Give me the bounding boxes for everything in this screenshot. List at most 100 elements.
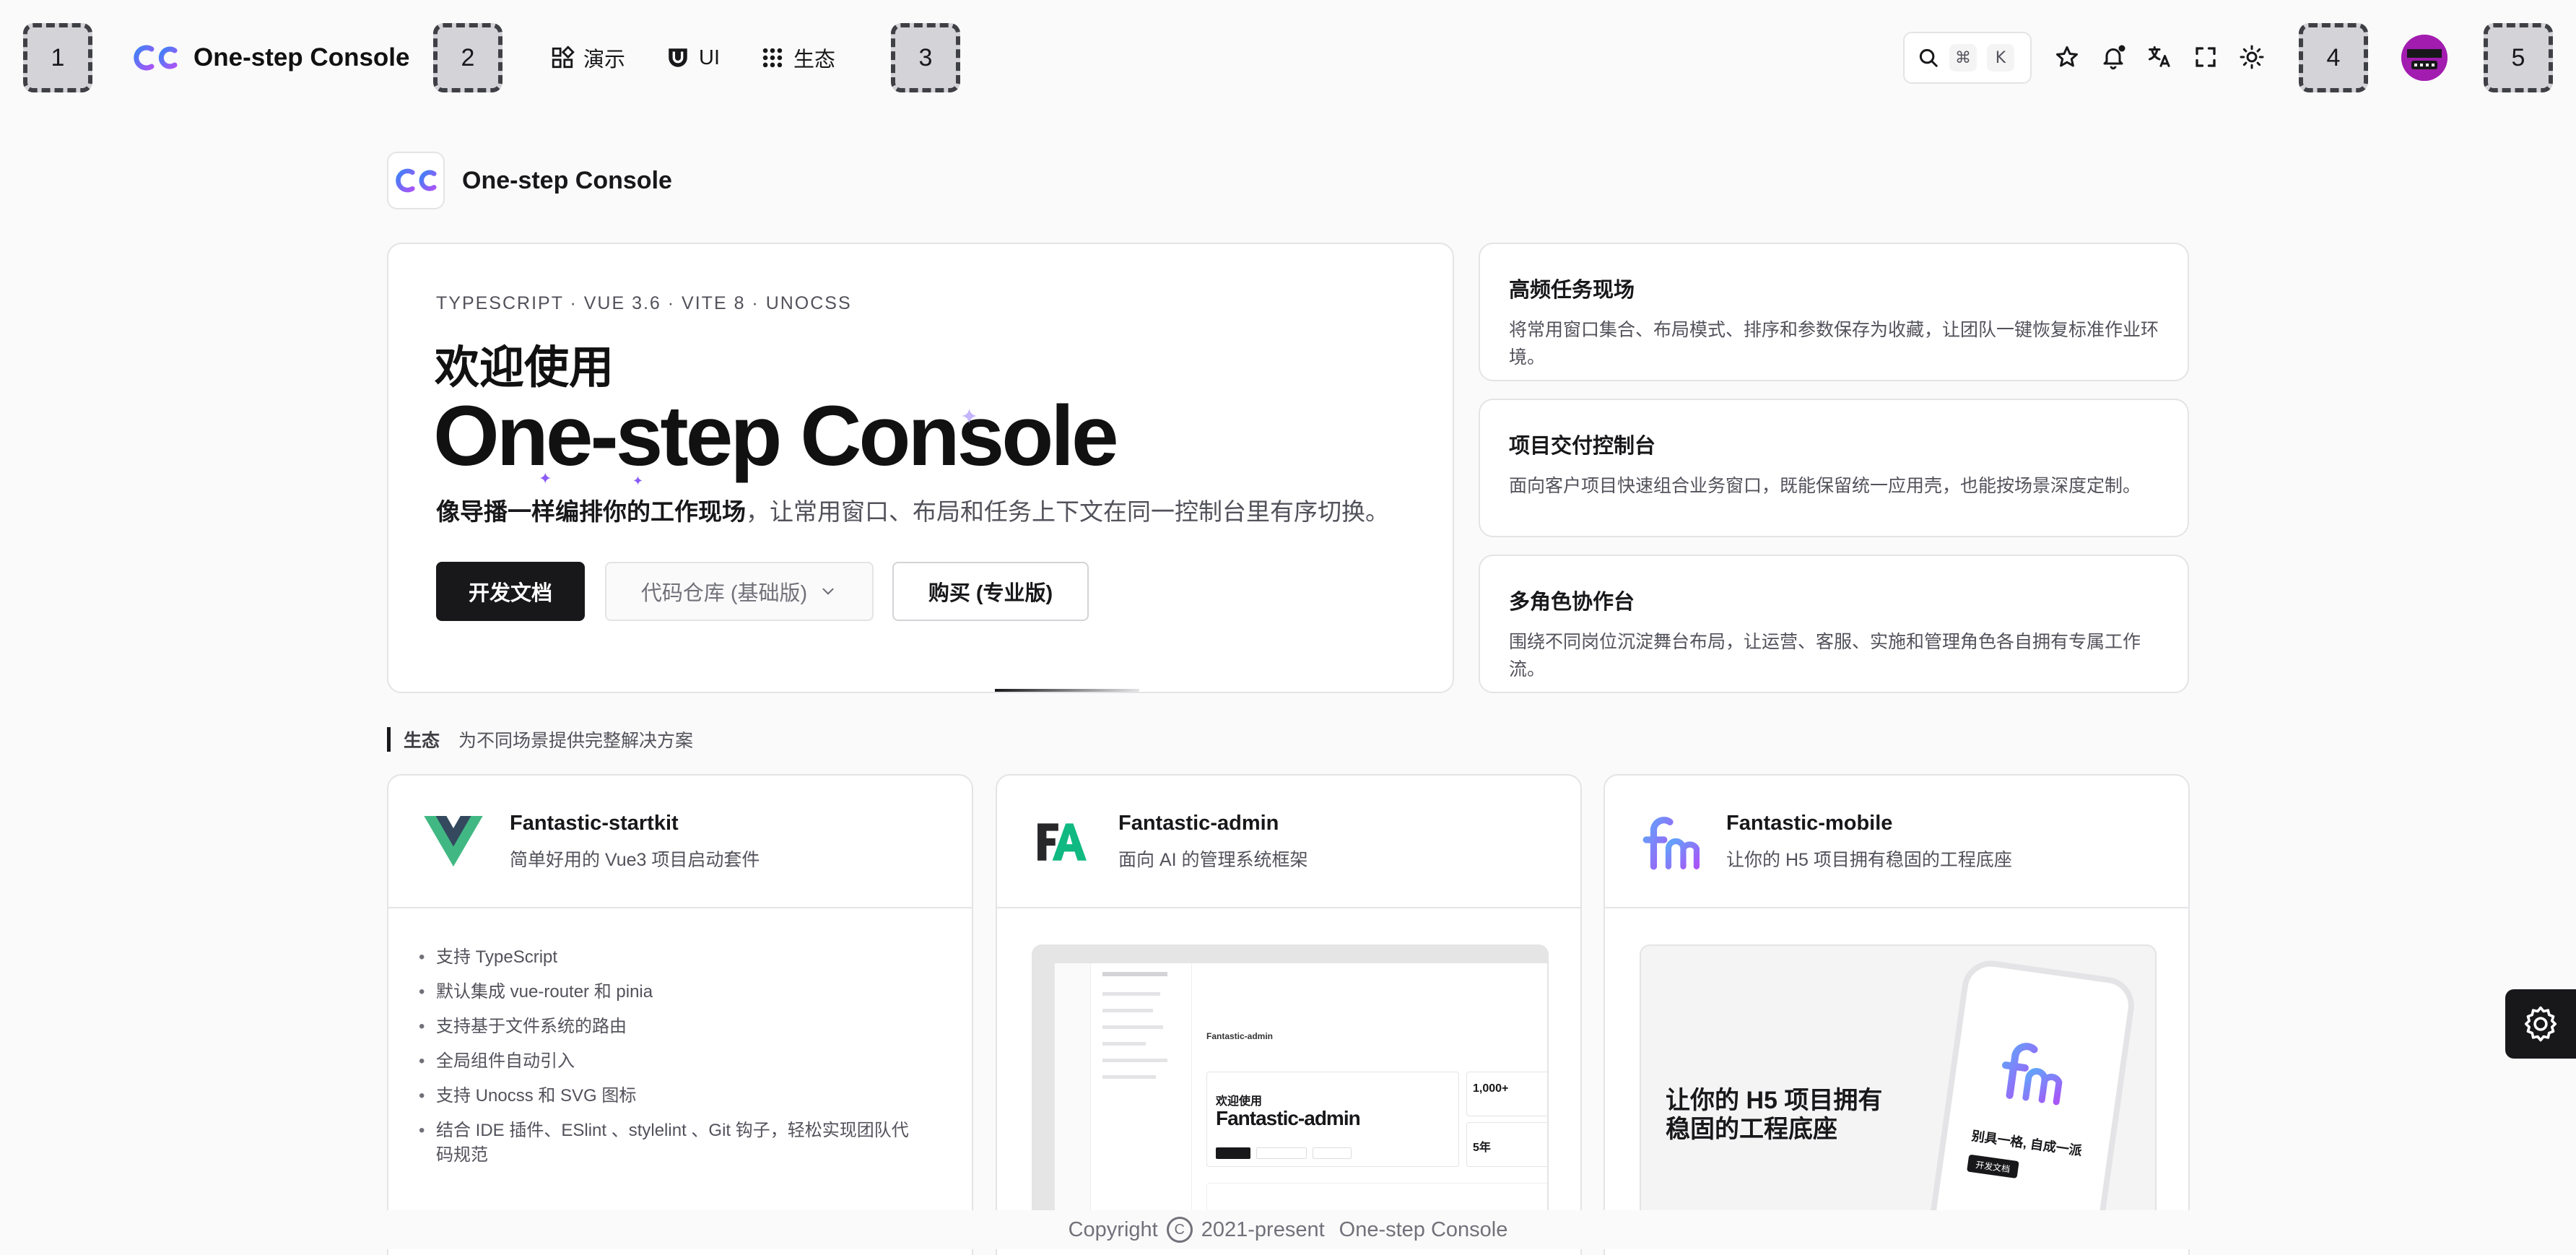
- console-logo-icon: [134, 45, 178, 71]
- hero-card: TYPESCRIPT · VUE 3.6 · VITE 8 · UNOCSS 欢…: [387, 243, 1454, 693]
- nav-item-demo[interactable]: 演示: [550, 43, 625, 73]
- preview-row: [1206, 1183, 1547, 1212]
- star-icon: [2056, 46, 2078, 67]
- preview-stat-card: 1,000+: [1466, 1072, 1547, 1116]
- search-button[interactable]: ⌘ K: [1903, 32, 2032, 84]
- feature-card[interactable]: 多角色协作台 围绕不同岗位沉淀舞台布局，让运营、客服、实施和管理角色各自拥有专属…: [1479, 555, 2189, 693]
- repo-button-label: 代码仓库 (基础版): [640, 582, 808, 605]
- placeholder-slot-2: 2: [433, 23, 502, 92]
- mobile-preview-screenshot: 让你的 H5 项目拥有 稳固的工程底座 别具一格, 自成一派 开发文档: [1640, 944, 2157, 1248]
- repo-dropdown-button[interactable]: 代码仓库 (基础版): [605, 562, 874, 621]
- list-item: 支持基于文件系统的路由: [419, 1009, 924, 1044]
- slot-label: 2: [461, 43, 475, 71]
- favorites-button[interactable]: [2053, 43, 2081, 71]
- feature-card[interactable]: 高频任务现场 将常用窗口集合、布局模式、排序和参数保存为收藏，让团队一键恢复标准…: [1479, 243, 2189, 381]
- placeholder-slot-4: 4: [2299, 23, 2368, 92]
- phone-mockup: 别具一格, 自成一派 开发文档: [1923, 957, 2138, 1246]
- gear-icon: [2524, 1006, 2557, 1042]
- carousel-progress-bar: [995, 689, 1139, 692]
- bell-icon: [2103, 45, 2125, 70]
- language-button[interactable]: [2146, 43, 2173, 71]
- main-nav: 演示 UI 生态: [550, 38, 835, 78]
- feature-title: 多角色协作台: [1509, 591, 1635, 614]
- theme-toggle-button[interactable]: [2238, 43, 2266, 71]
- copyright-name[interactable]: One-step Console: [1339, 1218, 1508, 1242]
- preview-sidebar: [1091, 963, 1192, 1246]
- fa-logo-icon: [1032, 811, 1092, 872]
- hero-welcome: 欢迎使用: [435, 343, 614, 393]
- preview-hero: 欢迎使用 Fantastic-admin: [1206, 1072, 1459, 1167]
- list-item: 支持 TypeScript: [419, 940, 924, 975]
- top-header: 1 One-step Console 2 演示 UI 生态 3 ⌘ K 4 5: [0, 0, 2576, 116]
- preview-headline-line: 让你的 H5 项目拥有: [1666, 1087, 1883, 1114]
- hero-description: 像导播一样编排你的工作现场，让常用窗口、布局和任务上下文在同一控制台里有序切换。: [436, 492, 1389, 527]
- nav-item-ecosystem[interactable]: 生态: [760, 43, 835, 73]
- placeholder-slot-5: 5: [2484, 23, 2553, 92]
- nav-label: 生态: [793, 48, 836, 71]
- fm-logo-icon: [1640, 811, 1700, 872]
- preview-brand: Fantastic-admin: [1206, 1031, 1274, 1041]
- preview-title: Fantastic-admin: [1216, 1107, 1361, 1129]
- copyright-label: Copyright: [1068, 1217, 1158, 1241]
- page-footer: Copyright C 2021-present One-step Consol…: [0, 1210, 2576, 1249]
- phone-logo-icon: [1994, 1034, 2068, 1111]
- hero-desc-bold: 像导播一样编排你的工作现场: [436, 498, 746, 525]
- ecosystem-section-heading: 生态 为不同场景提供完整解决方案: [387, 726, 693, 752]
- page-logo: [387, 152, 445, 209]
- feature-desc: 围绕不同岗位沉淀舞台布局，让运营、客服、实施和管理角色各自拥有专属工作流。: [1509, 632, 2141, 679]
- slot-label: 4: [2326, 43, 2341, 71]
- translate-icon: [2149, 46, 2170, 68]
- page-brand-title: One-step Console: [462, 166, 672, 194]
- fullscreen-icon: [2196, 47, 2216, 67]
- slot-label: 5: [2511, 43, 2525, 71]
- eco-name: Fantastic-admin: [1118, 811, 1279, 835]
- list-item: 全局组件自动引入: [419, 1044, 924, 1079]
- nav-label: UI: [699, 45, 721, 69]
- feature-title: 项目交付控制台: [1509, 435, 1656, 458]
- sun-icon: [2240, 45, 2264, 69]
- notifications-button[interactable]: [2099, 43, 2127, 71]
- fullscreen-button[interactable]: [2192, 43, 2219, 71]
- shortcut-key-cmd: ⌘: [1949, 44, 1977, 71]
- hero-desc-rest: ，让常用窗口、布局和任务上下文在同一控制台里有序切换。: [746, 498, 1389, 525]
- ui-shield-icon: [669, 48, 687, 67]
- nav-label: 演示: [583, 48, 626, 71]
- ecosystem-card-admin[interactable]: Fantastic-admin 面向 AI 的管理系统框架 Fantastic-…: [996, 774, 1582, 1255]
- preview-headline-line: 稳固的工程底座: [1666, 1116, 1837, 1143]
- eco-sub: 简单好用的 Vue3 项目启动套件: [510, 849, 760, 870]
- section-title: 生态: [404, 731, 440, 751]
- admin-preview-screenshot: Fantastic-admin 欢迎使用 Fantastic-admin 1,0…: [1032, 944, 1549, 1248]
- copyright-year: 2021-present: [1201, 1217, 1325, 1241]
- grid-icon: [552, 45, 575, 69]
- buy-button-label: 购买 (专业版): [928, 582, 1053, 605]
- header-brand[interactable]: One-step Console: [133, 38, 409, 78]
- app-settings-button[interactable]: [2505, 989, 2576, 1059]
- feature-list: 支持 TypeScript 默认集成 vue-router 和 pinia 支持…: [388, 908, 972, 1199]
- chevron-down-icon: [822, 588, 834, 595]
- shortcut-key-k: K: [1987, 44, 2014, 71]
- preview-window: Fantastic-admin 欢迎使用 Fantastic-admin 1,0…: [1055, 963, 1547, 1246]
- hero-title: One-step Console: [433, 388, 1119, 484]
- section-bar: [387, 727, 391, 752]
- nav-item-ui[interactable]: UI: [666, 45, 720, 70]
- buy-pro-button[interactable]: 购买 (专业版): [892, 562, 1089, 621]
- ecosystem-card-startkit[interactable]: Fantastic-startkit 简单好用的 Vue3 项目启动套件 支持 …: [387, 774, 973, 1255]
- eco-sub: 面向 AI 的管理系统框架: [1118, 849, 1308, 870]
- user-avatar[interactable]: [2401, 35, 2447, 81]
- eco-card-header: Fantastic-admin 面向 AI 的管理系统框架: [997, 776, 1580, 908]
- console-logo-icon: [396, 168, 437, 193]
- list-item: 结合 IDE 插件、ESlint 、stylelint 、Git 钩子，轻松实现…: [419, 1113, 924, 1168]
- vue-logo-icon: [423, 811, 484, 872]
- tech-stack-tag: TYPESCRIPT · VUE 3.6 · VITE 8 · UNOCSS: [436, 293, 852, 313]
- eco-name: Fantastic-mobile: [1726, 811, 1893, 835]
- sparkle-icon: ✦: [960, 405, 979, 429]
- docs-button[interactable]: 开发文档: [436, 562, 585, 621]
- feature-card[interactable]: 项目交付控制台 面向客户项目快速组合业务窗口，既能保留统一应用壳，也能按场景深度…: [1479, 399, 2189, 537]
- phone-docs-button: 开发文档: [1967, 1154, 2019, 1179]
- preview-rail: [1055, 963, 1091, 1246]
- feature-desc: 将常用窗口集合、布局模式、排序和参数保存为收藏，让团队一键恢复标准作业环境。: [1509, 320, 2159, 368]
- sparkle-icon: ✦: [539, 469, 552, 487]
- placeholder-slot-3: 3: [891, 23, 960, 92]
- docs-button-label: 开发文档: [468, 582, 552, 605]
- ecosystem-card-mobile[interactable]: Fantastic-mobile 让你的 H5 项目拥有稳固的工程底座 让你的 …: [1604, 774, 2190, 1255]
